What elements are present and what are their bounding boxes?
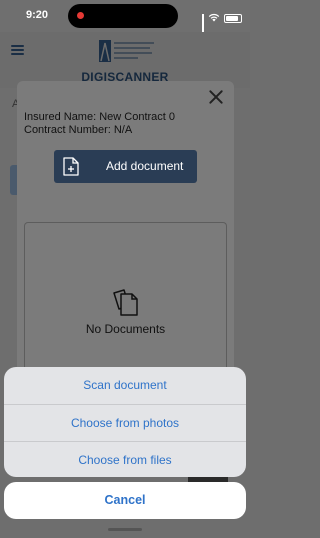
cancel-button[interactable]: Cancel [4, 482, 246, 519]
add-document-button[interactable]: Add document [54, 150, 197, 183]
home-indicator [108, 528, 142, 531]
close-icon[interactable] [208, 89, 224, 105]
dynamic-island [68, 4, 178, 28]
status-time: 9:20 [26, 9, 49, 21]
cellular-signal-icon [202, 13, 204, 38]
battery-icon [224, 13, 242, 23]
hamburger-menu-icon[interactable] [11, 45, 24, 55]
recording-indicator-icon [77, 12, 84, 19]
choose-from-files-option[interactable]: Choose from files [4, 441, 246, 477]
documents-icon [111, 287, 139, 322]
app-header: DIGISCANNER [0, 32, 250, 88]
document-plus-icon [63, 157, 79, 181]
company-logo [98, 37, 156, 65]
scan-document-option[interactable]: Scan document [4, 367, 246, 404]
add-document-label: Add document [106, 159, 184, 173]
empty-state-label: No Documents [85, 322, 166, 336]
insured-name: Insured Name: New Contract 0 [24, 111, 176, 123]
documents-area: No Documents [24, 222, 227, 382]
status-icons [202, 9, 242, 38]
wifi-icon [208, 9, 220, 27]
choose-from-photos-option[interactable]: Choose from photos [4, 404, 246, 441]
document-modal: Insured Name: New Contract 0 Contract Nu… [17, 81, 234, 382]
contract-number: Contract Number: N/A [24, 124, 133, 136]
status-bar: 9:20 [0, 0, 250, 38]
action-sheet: Scan document Choose from photos Choose … [4, 367, 246, 477]
